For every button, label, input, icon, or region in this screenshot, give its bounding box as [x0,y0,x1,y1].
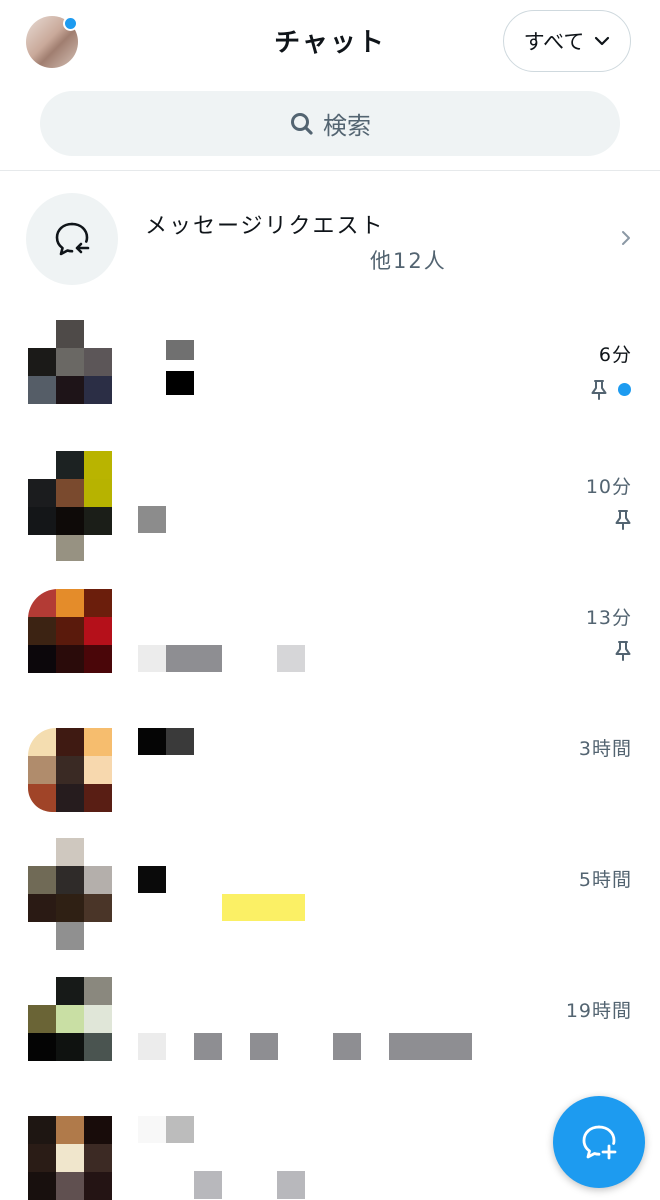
contact-avatar [28,1116,112,1200]
chat-timestamp: 5時間 [578,869,632,891]
redacted-preview [250,1033,278,1060]
chat-timestamp: 3時間 [578,738,632,760]
chevron-down-icon [595,36,610,46]
chat-timestamp: 6分 [598,344,632,366]
redacted-preview [222,894,305,921]
contact-avatar [28,320,112,404]
chat-row[interactable]: 10分 [0,442,660,573]
contact-avatar [28,451,112,561]
chat-timestamp: 19時間 [565,1000,632,1022]
chat-row[interactable]: 13分 [0,573,660,704]
redacted-preview [194,1171,222,1199]
redacted-preview [166,645,222,672]
pin-icon [615,510,631,530]
redacted-name [138,866,166,893]
redacted-preview [389,1033,472,1060]
chevron-right-icon [622,231,630,245]
redacted-preview [138,506,166,533]
redacted-name [166,340,194,360]
filter-dropdown[interactable]: すべて [503,10,631,72]
chat-row[interactable]: 6分 [0,311,660,442]
redacted-preview [333,1033,361,1060]
redacted-preview [138,645,166,672]
redacted-preview [138,1033,166,1060]
unread-dot [618,383,631,396]
search-label: 検索 [323,112,371,140]
contact-avatar [28,589,112,673]
redacted-preview [166,371,194,395]
redacted-name [138,1116,166,1143]
chat-timestamp: 10分 [585,476,632,498]
chat-row[interactable]: 19時間 [0,966,660,1097]
redacted-name [138,728,166,755]
message-requests-count: 他12人 [370,249,447,273]
contact-avatar [28,838,112,950]
search-icon [291,112,313,135]
redacted-name [166,728,194,755]
chat-row[interactable]: 5時間 [0,835,660,966]
top-bar: チャット すべて 検索 [0,0,660,171]
pin-icon [615,641,631,661]
message-requests-row[interactable]: メッセージリクエスト 他12人 [0,171,660,311]
filter-label: すべて [523,30,585,54]
message-request-icon [26,193,118,285]
contact-avatar [28,977,112,1061]
pin-icon [591,380,607,400]
redacted-preview [277,645,305,672]
search-bar[interactable]: 検索 [40,91,620,156]
chat-timestamp: 13分 [585,607,632,629]
new-message-icon [582,1125,617,1160]
redacted-preview [277,1171,305,1199]
new-message-button[interactable] [553,1096,645,1188]
message-requests-title: メッセージリクエスト [145,214,385,239]
chat-row[interactable]: 3時間 [0,704,660,835]
contact-avatar [28,728,112,812]
redacted-preview [194,1033,222,1060]
redacted-name [166,1116,194,1143]
